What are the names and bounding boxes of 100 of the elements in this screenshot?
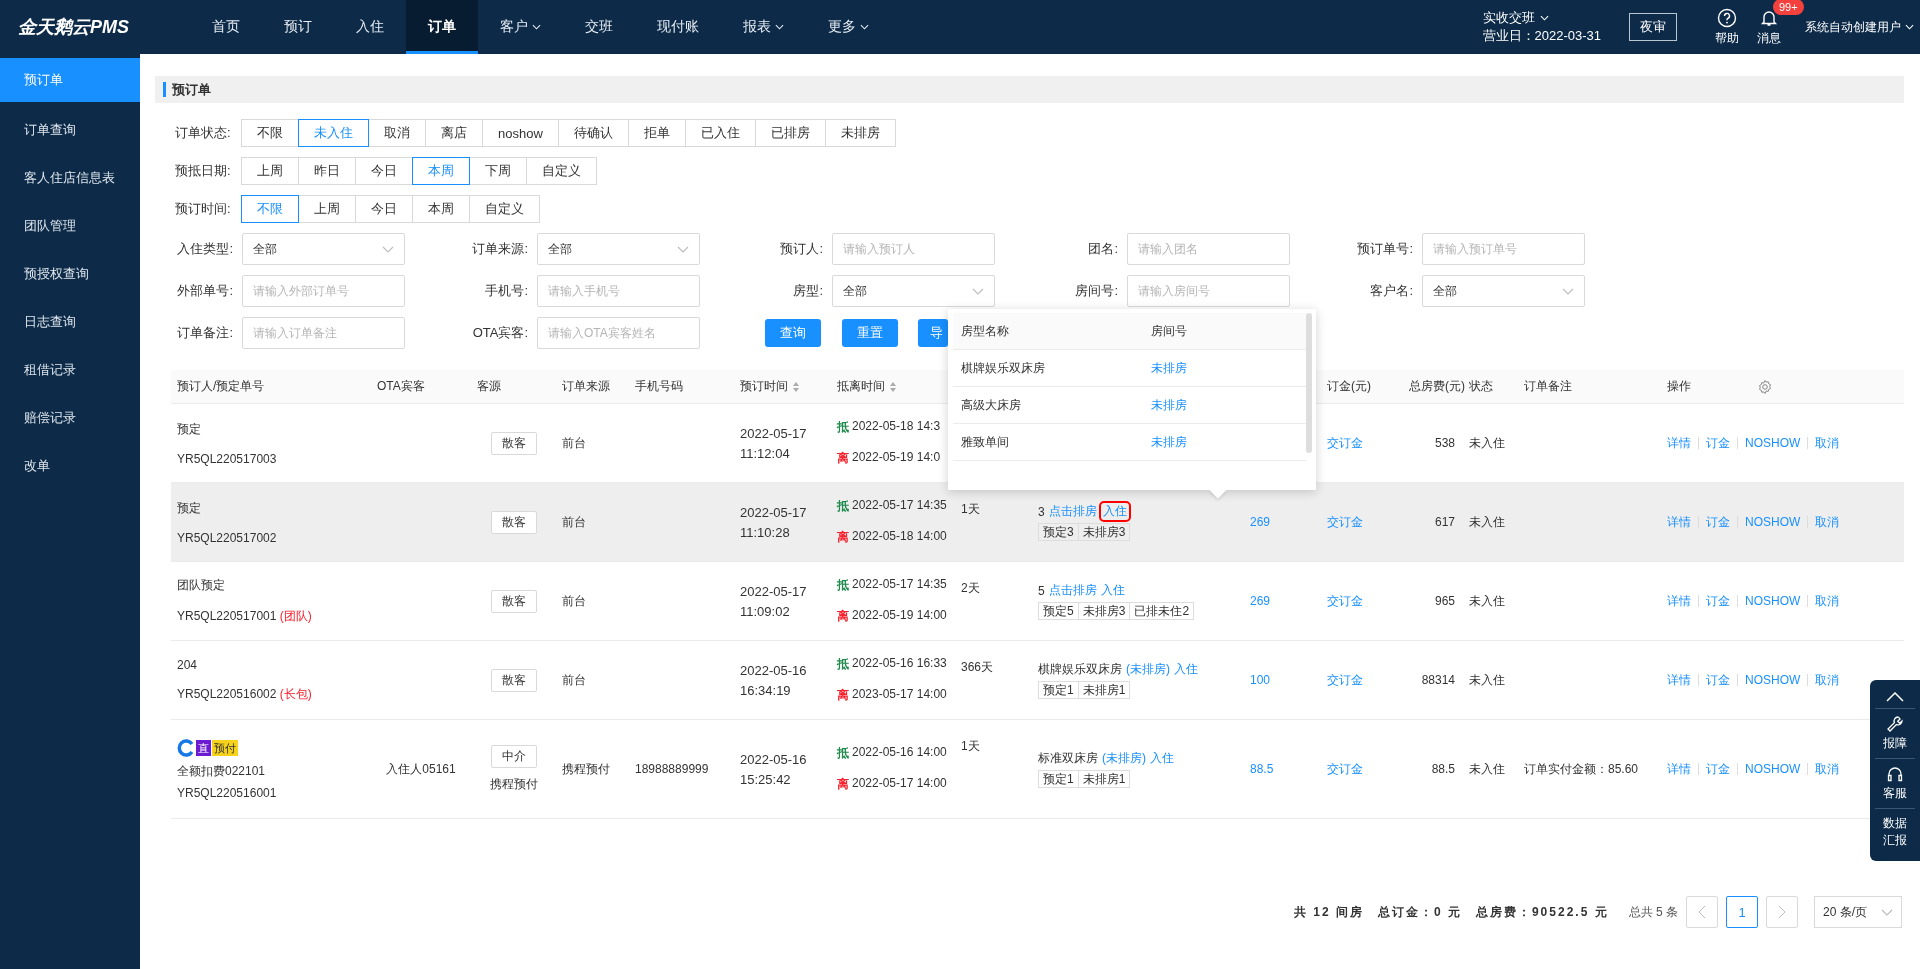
input-field[interactable]: 请输入OTA宾客姓名 xyxy=(537,317,700,349)
nav-tab[interactable]: 入住 xyxy=(334,0,406,54)
stay-time: 2022-05-19 14:00 xyxy=(852,608,947,624)
column-header: 手机号码 xyxy=(635,378,683,395)
sidebar-item[interactable]: 订单查询 xyxy=(0,106,140,154)
room-status-tag: 预定5 xyxy=(1038,602,1079,620)
field-label: 入住类型: xyxy=(176,240,233,258)
room-type-name: 棋牌娱乐双床房 xyxy=(960,359,1046,377)
filter-option[interactable]: noshow xyxy=(482,119,559,147)
filter-option[interactable]: 待确认 xyxy=(557,119,629,147)
input-field[interactable]: 请输入房间号 xyxy=(1127,275,1290,307)
filter-option[interactable]: 昨日 xyxy=(298,157,356,185)
stay-time: 2022-05-17 14:35 xyxy=(852,577,947,593)
previous-page-button[interactable] xyxy=(1686,896,1718,928)
select-field[interactable]: 全部 xyxy=(1422,275,1585,307)
nav-tab[interactable]: 客户 xyxy=(478,0,563,54)
room-status-tag: 已排未住2 xyxy=(1129,602,1195,620)
filter-option[interactable]: 取消 xyxy=(368,119,426,147)
order-note: 订单实付金额：85.60 xyxy=(1524,760,1639,778)
help-button[interactable]: 帮助 xyxy=(1715,7,1739,47)
booking-date: 2022-05-16 xyxy=(740,662,807,678)
field-label: 手机号: xyxy=(484,282,528,300)
filter-option[interactable]: 自定义 xyxy=(526,157,597,185)
stay-label: 离 xyxy=(837,687,849,704)
room-type: 标准双床房 xyxy=(1038,750,1098,767)
order-number: YR5QL220517003 xyxy=(177,451,277,466)
filter-option[interactable]: 本周 xyxy=(412,195,470,223)
booker-name: 团队预定 xyxy=(177,577,225,594)
scrollbar[interactable] xyxy=(1306,313,1312,453)
field-label: 订单来源: xyxy=(471,240,528,258)
booking-date: 2022-05-17 xyxy=(740,425,807,441)
field-label: 团名: xyxy=(1087,240,1118,258)
filter-option[interactable]: 已入住 xyxy=(684,119,756,147)
sidebar-item[interactable]: 客人住店信息表 xyxy=(0,154,140,202)
filter-option[interactable]: 上周 xyxy=(241,157,299,185)
order-number: YR5QL220516001 xyxy=(177,785,277,800)
column-header: 抵离时间 xyxy=(837,378,885,395)
input-field[interactable]: 请输入订单备注 xyxy=(242,317,405,349)
nav-tab[interactable]: 订单 xyxy=(406,0,478,54)
stay-label: 离 xyxy=(837,450,849,467)
select-field[interactable]: 全部 xyxy=(242,233,405,265)
booker-name: 全额扣费022101 xyxy=(177,762,266,780)
stay-time: 2023-05-17 14:00 xyxy=(852,687,947,703)
select-field[interactable]: 全部 xyxy=(537,233,700,265)
headset-icon xyxy=(1886,765,1904,783)
order-status: 未入住 xyxy=(1469,671,1505,689)
sidebar-item[interactable]: 租借记录 xyxy=(0,346,140,394)
nights: 366天 xyxy=(961,659,994,676)
stay-label: 抵 xyxy=(837,498,849,515)
total-fee: 88314 xyxy=(1421,673,1455,687)
filter-option[interactable]: 今日 xyxy=(355,157,413,185)
field-label: 订单备注: xyxy=(176,324,233,342)
record-total: 总共 5 条 xyxy=(1628,903,1678,921)
shift-dropdown[interactable]: 实收交班 xyxy=(1482,9,1601,27)
sort-icon[interactable] xyxy=(889,380,897,393)
sidebar-item[interactable]: 日志查询 xyxy=(0,298,140,346)
next-page-button[interactable] xyxy=(1766,896,1798,928)
filter-option[interactable]: 不限 xyxy=(241,119,299,147)
nav-tab[interactable]: 首页 xyxy=(190,0,262,54)
nav-tab[interactable]: 报表 xyxy=(721,0,806,54)
nav-tab[interactable]: 现付账 xyxy=(635,0,721,54)
input-field[interactable]: 请输入外部订单号 xyxy=(242,275,405,307)
filter-option[interactable]: 下周 xyxy=(469,157,527,185)
order-number: YR5QL220517001 xyxy=(177,609,277,623)
order-status: 未入住 xyxy=(1469,434,1505,452)
sidebar-item[interactable]: 赔偿记录 xyxy=(0,394,140,442)
popover-column-header: 房间号 xyxy=(1150,322,1188,340)
nav-tab[interactable]: 交班 xyxy=(563,0,635,54)
nights: 1天 xyxy=(961,501,980,518)
data-report-button[interactable]: 数据汇报 xyxy=(1883,809,1907,855)
column-header: 订单备注 xyxy=(1524,378,1572,395)
nav-tab[interactable]: 更多 xyxy=(806,0,891,54)
input-field[interactable]: 请输入预订单号 xyxy=(1422,233,1585,265)
input-field[interactable]: 请输入预订人 xyxy=(832,233,995,265)
user-menu[interactable]: 系统自动创建用户 xyxy=(1805,18,1914,36)
filter-option[interactable]: 未排房 xyxy=(824,119,896,147)
page-size-select[interactable]: 20 条/页 xyxy=(1814,896,1902,928)
sidebar-item[interactable]: 预授权查询 xyxy=(0,250,140,298)
filter-option[interactable]: 今日 xyxy=(355,195,413,223)
select-field[interactable]: 全部 xyxy=(832,275,995,307)
report-fault-button[interactable]: 报障 xyxy=(1875,709,1915,759)
filter-option[interactable]: 上周 xyxy=(298,195,356,223)
sort-icon[interactable] xyxy=(792,380,800,393)
business-day: 营业日：2022-03-31 xyxy=(1482,27,1601,45)
customer-service-button[interactable]: 客服 xyxy=(1875,759,1915,809)
night-audit-button[interactable]: 夜审 xyxy=(1629,13,1677,41)
filter-option[interactable]: 离店 xyxy=(425,119,483,147)
chevron-down-icon xyxy=(972,287,984,295)
filter-option[interactable]: 自定义 xyxy=(469,195,540,223)
filter-option[interactable]: 已排房 xyxy=(754,119,826,147)
sidebar-item[interactable]: 改单 xyxy=(0,442,140,490)
input-field[interactable]: 请输入手机号 xyxy=(537,275,700,307)
sidebar-item[interactable]: 团队管理 xyxy=(0,202,140,250)
stay-label: 抵 xyxy=(837,745,849,762)
order-badge: 预付 xyxy=(212,739,238,756)
chevron-down-icon xyxy=(532,24,541,30)
filter-option[interactable]: 拒单 xyxy=(627,119,686,147)
input-field[interactable]: 请输入团名 xyxy=(1127,233,1290,265)
nav-tab[interactable]: 预订 xyxy=(262,0,334,54)
settings-icon[interactable] xyxy=(1757,378,1773,395)
